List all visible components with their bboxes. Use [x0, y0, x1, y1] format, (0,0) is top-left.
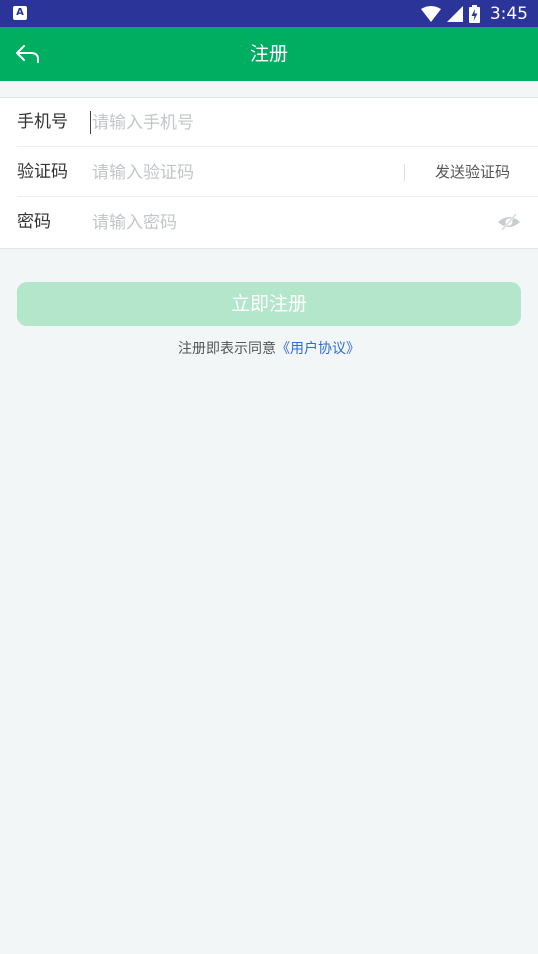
code-label: 验证码 — [17, 162, 68, 182]
code-row: 验证码 发送验证码 — [0, 148, 538, 197]
status-icons: 3:45 — [420, 0, 528, 27]
user-agreement-link[interactable]: 《用户协议》 — [276, 341, 360, 357]
status-bar: A 3:45 — [0, 0, 538, 27]
vertical-divider — [404, 164, 405, 181]
agreement-prefix: 注册即表示同意 — [178, 341, 276, 357]
phone-row: 手机号 — [0, 98, 538, 147]
battery-charging-icon — [468, 4, 480, 23]
agreement-text: 注册即表示同意《用户协议》 — [0, 338, 538, 358]
wifi-icon — [420, 5, 441, 22]
app-bar: 注册 — [0, 27, 538, 81]
page-title: 注册 — [249, 43, 288, 65]
phone-label: 手机号 — [17, 112, 68, 132]
row-divider — [17, 146, 538, 147]
notification-icon: A — [13, 6, 27, 20]
send-code-button[interactable]: 发送验证码 — [435, 148, 510, 197]
password-label: 密码 — [17, 212, 51, 232]
eye-off-icon[interactable] — [497, 212, 521, 232]
register-form: 手机号 验证码 发送验证码 密码 — [0, 97, 538, 249]
status-time: 3:45 — [489, 3, 528, 24]
register-button[interactable]: 立即注册 — [17, 282, 521, 326]
code-input[interactable] — [92, 160, 392, 185]
password-row: 密码 — [0, 198, 538, 247]
row-divider — [17, 196, 538, 197]
cell-signal-icon — [446, 5, 463, 22]
notification-icon-letter: A — [16, 7, 24, 18]
text-cursor — [90, 111, 91, 134]
phone-input[interactable] — [92, 110, 392, 135]
password-input[interactable] — [92, 210, 392, 235]
